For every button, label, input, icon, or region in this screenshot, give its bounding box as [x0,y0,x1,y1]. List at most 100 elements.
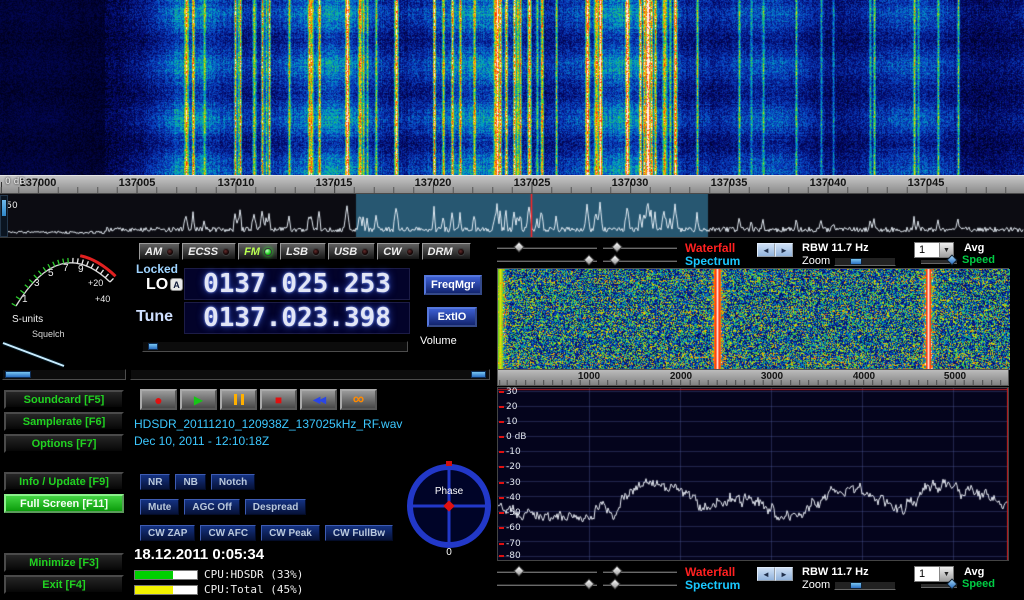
info-update-button[interactable]: Info / Update [F9] [4,472,124,491]
mode-led-icon [457,248,465,256]
mode-button-fm[interactable]: FM [238,243,278,260]
rbw-label: RBW 11.7 Hz [802,242,869,254]
waterfall-contrast-slider[interactable] [603,242,677,252]
spectrum-gain-slider[interactable] [497,579,597,589]
mode-button-ecss[interactable]: ECSS [182,243,236,260]
speed-slider[interactable] [921,579,957,589]
waterfall-tab[interactable]: Waterfall [685,241,735,255]
mode-button-cw[interactable]: CW [377,243,419,260]
pan-right-button[interactable] [775,567,793,581]
zoom-thumb[interactable] [850,258,862,265]
spectrum-tab[interactable]: Spectrum [685,254,740,268]
cw-fullbw-button[interactable]: CW FullBw [325,525,393,541]
nb-button[interactable]: NB [175,474,205,490]
tune-slider[interactable] [130,369,490,380]
cw-zap-button[interactable]: CW ZAP [140,525,195,541]
zoom-control: Zoom [802,255,896,267]
minimize-button[interactable]: Minimize [F3] [4,553,124,572]
play-icon [194,394,203,406]
af-tick-label: 3000 [761,371,783,382]
freqmgr-button[interactable]: FreqMgr [424,275,482,295]
af-spectrum-display[interactable]: 30 20 10 0 dB -10 -20 -30 -40 -50 -60 -7… [497,387,1009,561]
stop-button[interactable] [260,389,297,410]
loop-button[interactable] [340,389,377,410]
volume-slider[interactable] [142,341,408,352]
hdsdr-window: 137000 137005 137010 137015 137020 13702… [0,0,1024,600]
mode-button-usb[interactable]: USB [328,243,375,260]
mode-led-icon [312,248,320,256]
nr-button[interactable]: NR [140,474,170,490]
despread-button[interactable]: Despread [245,499,307,515]
rf-spectrum-display[interactable] [0,194,1024,237]
slider-thumb[interactable] [513,241,524,252]
cpu-hdsdr-text: CPU:HDSDR (33%) [204,568,303,581]
mode-button-am[interactable]: AM [139,243,180,260]
af-waterfall-display[interactable] [497,268,1009,369]
s-meter: 1 3 5 7 9 +20 +40 S-units Squelch [2,240,128,368]
pause-button[interactable] [220,389,257,410]
options-button[interactable]: Options [F7] [4,434,124,453]
extio-button[interactable]: ExtIO [427,307,477,327]
svg-text:1: 1 [22,294,28,305]
spectrum-gain-slider[interactable] [497,255,597,265]
lock-a-badge[interactable]: A [170,278,183,291]
squelch-slider[interactable] [2,369,126,380]
rewind-button[interactable] [300,389,337,410]
zoom-control: Zoom [802,579,896,591]
mode-button-lsb[interactable]: LSB [280,243,326,260]
fullscreen-button[interactable]: Full Screen [F11] [4,494,124,513]
waterfall-brightness-slider[interactable] [497,242,597,252]
zoom-thumb[interactable] [850,582,862,589]
svg-text:7: 7 [63,263,69,274]
pan-left-button[interactable] [757,243,775,257]
tune-thumb[interactable] [471,371,486,378]
af-waterfall-canvas[interactable] [498,269,1010,370]
speed-slider[interactable] [921,255,957,265]
af-spectrum-canvas[interactable] [498,388,1008,560]
soundcard-button[interactable]: Soundcard [F5] [4,390,124,409]
display-control-bar-top: Waterfall Spectrum RBW 11.7 Hz Zoom 1 Av… [497,241,1024,268]
slider-thumb[interactable] [609,578,620,589]
svg-text:5: 5 [48,268,54,279]
waterfall-tab[interactable]: Waterfall [685,565,735,579]
speed-thumb[interactable] [946,254,957,265]
rf-frequency-scale[interactable]: 137000 137005 137010 137015 137020 13702… [0,175,1024,194]
mode-led-icon [222,248,230,256]
pan-right-button[interactable] [775,243,793,257]
lo-frequency-display[interactable]: 0137.025.253 [184,268,410,300]
tune-frequency-display[interactable]: 0137.023.398 [184,302,410,334]
slider-thumb[interactable] [611,241,622,252]
rf-waterfall-display[interactable] [0,0,1024,175]
zoom-slider[interactable] [834,257,896,266]
zoom-slider[interactable] [834,581,896,590]
speed-thumb[interactable] [946,578,957,589]
record-button[interactable] [140,389,177,410]
slider-thumb[interactable] [513,565,524,576]
spectrum-scale-slider[interactable] [0,195,8,237]
pan-left-button[interactable] [757,567,775,581]
exit-button[interactable]: Exit [F4] [4,575,124,594]
zoom-label: Zoom [802,579,830,591]
samplerate-button[interactable]: Samplerate [F6] [4,412,124,431]
cw-peak-button[interactable]: CW Peak [261,525,320,541]
spectrum-range-slider[interactable] [603,579,677,589]
squelch-thumb[interactable] [5,371,31,378]
spectrum-tab[interactable]: Spectrum [685,578,740,592]
notch-button[interactable]: Notch [211,474,255,490]
mode-button-drm[interactable]: DRM [422,243,471,260]
waterfall-brightness-slider[interactable] [497,566,597,576]
slider-thumb[interactable] [583,578,594,589]
slider-thumb[interactable] [611,565,622,576]
spectrum-range-slider[interactable] [603,255,677,265]
svg-text:3: 3 [34,278,40,289]
slider-thumb[interactable] [583,254,594,265]
cw-afc-button[interactable]: CW AFC [200,525,256,541]
play-button[interactable] [180,389,217,410]
agc-button[interactable]: AGC Off [184,499,239,515]
af-frequency-scale[interactable]: 1000 2000 3000 4000 5000 [497,369,1009,386]
mute-button[interactable]: Mute [140,499,179,515]
volume-thumb[interactable] [148,343,158,350]
waterfall-contrast-slider[interactable] [603,566,677,576]
slider-thumb[interactable] [609,254,620,265]
slider-thumb[interactable] [2,200,6,216]
